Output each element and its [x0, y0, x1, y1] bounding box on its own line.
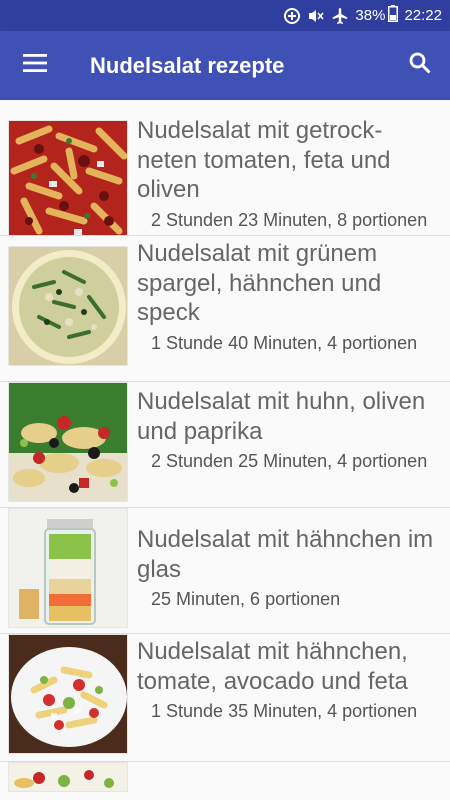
- recipe-meta: 1 Stunde 35 Minuten, 4 portionen: [151, 701, 418, 721]
- search-button[interactable]: [390, 31, 450, 100]
- page-title: Nudelsalat rezepte: [90, 52, 285, 78]
- battery-percent: 38%: [355, 7, 386, 24]
- recipe-meta: 1 Stunde 40 Minuten, 4 portionen: [151, 332, 418, 353]
- list-item[interactable]: Nudelsalat mit huhn, oliven und paprika …: [0, 382, 450, 508]
- recipe-image: [8, 762, 128, 792]
- list-item[interactable]: Nudelsalat mit hähnchen im glas 25 Minut…: [0, 508, 450, 634]
- recipe-title: Nudelsalat mit grünem spargel, hähnchen …: [137, 240, 382, 326]
- list-item[interactable]: Nudelsalat mit grünem spargel, hähnchen …: [0, 236, 450, 382]
- recipe-image: [8, 120, 128, 235]
- data-saver-icon: [283, 7, 301, 25]
- list-item[interactable]: Nudelsalat mit hähnchen, tomate, avocado…: [0, 634, 450, 762]
- list-item[interactable]: [0, 762, 450, 800]
- recipe-image: [8, 634, 128, 754]
- recipe-title: Nudelsalat mit huhn, oliven und paprika: [137, 388, 426, 445]
- recipe-image: [8, 382, 128, 502]
- recipe-image: [8, 246, 128, 366]
- list-item[interactable]: Nudelsalat mit getrock- neten tomaten, f…: [0, 100, 450, 236]
- app-bar: Nudelsalat rezepte: [0, 31, 450, 100]
- battery-icon: [388, 5, 399, 26]
- airplane-mode-icon: [331, 7, 349, 25]
- recipe-title: Nudelsalat mit hähnchen, tomate, avocado…: [137, 638, 408, 695]
- recipe-meta: 2 Stunden 25 Minuten, 4 portionen: [151, 451, 428, 471]
- mute-icon: [307, 7, 325, 25]
- recipe-meta: 25 Minuten, 6 portionen: [151, 589, 341, 609]
- recipe-meta: 2 Stunden 23 Minuten, 8 portionen: [151, 209, 428, 230]
- search-icon: [408, 51, 432, 80]
- recipe-image: [8, 508, 128, 628]
- recipe-title: Nudelsalat mit hähnchen im glas: [137, 526, 434, 583]
- battery-indicator: 38%: [355, 5, 399, 26]
- recipe-title: Nudelsalat mit getrock- neten tomaten, f…: [137, 117, 391, 203]
- clock: 22:22: [404, 7, 442, 24]
- menu-button[interactable]: [0, 31, 70, 100]
- recipe-list: Nudelsalat mit getrock- neten tomaten, f…: [0, 100, 450, 800]
- hamburger-menu-icon: [23, 54, 47, 77]
- status-bar: 38% 22:22: [0, 0, 450, 31]
